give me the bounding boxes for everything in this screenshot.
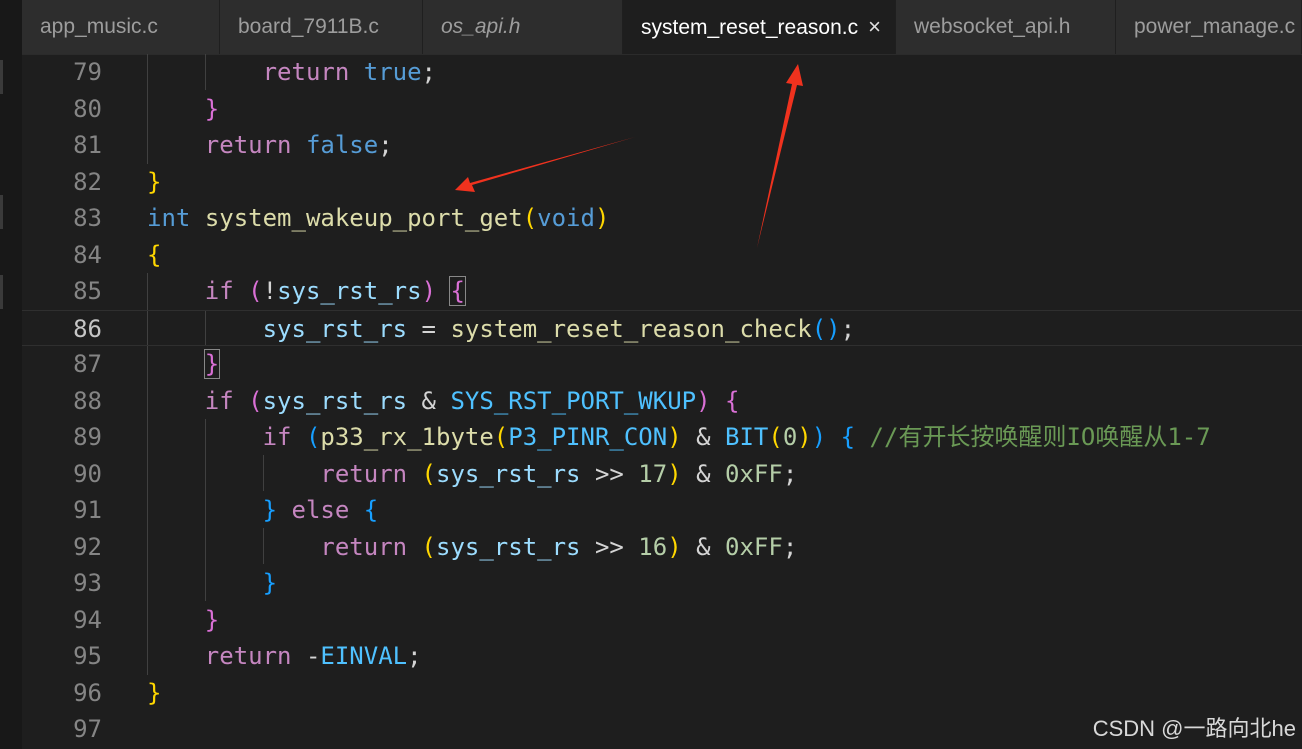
red-arrow-to-function: [455, 137, 635, 192]
red-arrow-to-tab: [757, 64, 803, 248]
annotation-arrows: [455, 64, 803, 248]
watermark: CSDN @一路向北he: [1092, 716, 1296, 741]
